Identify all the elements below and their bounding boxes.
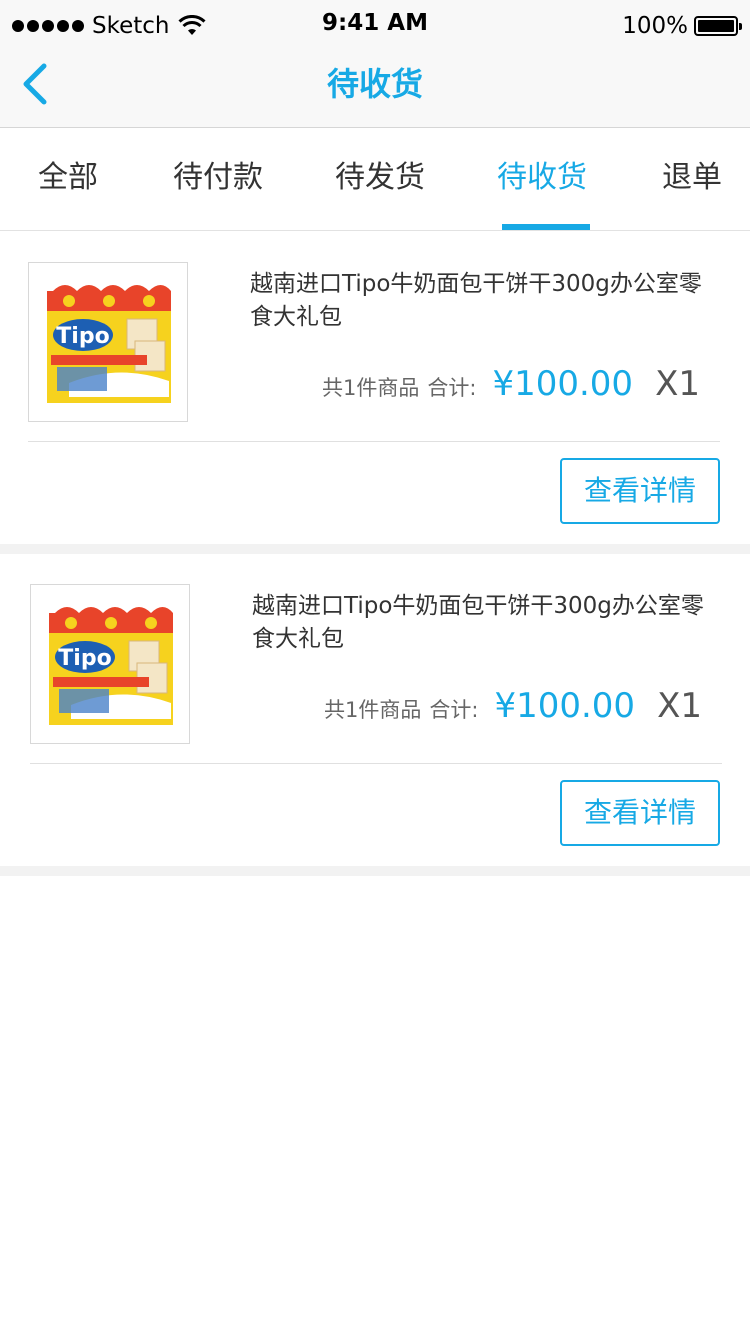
tab-all[interactable]: 全部	[18, 129, 118, 229]
total-label: 合计:	[427, 376, 477, 400]
tipo-package-image: Tipo	[31, 585, 189, 743]
battery-icon	[694, 16, 742, 36]
tab-pending-payment[interactable]: 待付款	[158, 129, 278, 229]
product-title[interactable]: 越南进口Tipo牛奶面包干饼干300g办公室零食大礼包	[250, 268, 710, 334]
product-image[interactable]: Tipo	[28, 262, 188, 422]
order-card: Tipo 越南进口Tipo牛奶面包干饼干300g办公室零食大礼包 共1件商品 合…	[0, 232, 750, 544]
order-quantity: X1	[655, 364, 700, 404]
order-status-tabs: 全部 待付款 待发货 待收货 退单	[0, 129, 750, 231]
page-title: 待收货	[326, 65, 423, 103]
product-title[interactable]: 越南进口Tipo牛奶面包干饼干300g办公室零食大礼包	[252, 590, 712, 656]
view-details-button[interactable]: 查看详情	[560, 458, 720, 524]
divider	[28, 441, 720, 442]
svg-text:Tipo: Tipo	[58, 646, 111, 671]
order-summary: 共1件商品 合计: ¥100.00 X1	[322, 364, 700, 404]
product-image[interactable]: Tipo	[30, 584, 190, 744]
divider	[30, 763, 722, 764]
view-details-button[interactable]: 查看详情	[560, 780, 720, 846]
order-price: ¥100.00	[492, 364, 634, 404]
order-price: ¥100.00	[494, 686, 636, 726]
status-bar: Sketch 9:41 AM 100%	[0, 0, 750, 52]
active-tab-indicator	[502, 224, 590, 230]
tab-pending-receipt[interactable]: 待收货	[482, 129, 602, 229]
svg-text:Tipo: Tipo	[56, 324, 109, 349]
navigation-bar: 待收货	[0, 52, 750, 128]
section-separator	[0, 544, 750, 554]
section-separator	[0, 866, 750, 876]
item-count: 共1件商品	[324, 698, 422, 722]
tab-pending-shipment[interactable]: 待发货	[320, 129, 440, 229]
order-summary: 共1件商品 合计: ¥100.00 X1	[324, 686, 702, 726]
order-card: Tipo 越南进口Tipo牛奶面包干饼干300g办公室零食大礼包 共1件商品 合…	[0, 554, 750, 866]
order-quantity: X1	[657, 686, 702, 726]
item-count: 共1件商品	[322, 376, 420, 400]
total-label: 合计:	[429, 698, 479, 722]
tab-refund[interactable]: 退单	[652, 129, 732, 229]
tipo-package-image: Tipo	[29, 263, 187, 421]
battery-indicator: 100%	[622, 10, 742, 42]
battery-percent: 100%	[622, 13, 688, 39]
